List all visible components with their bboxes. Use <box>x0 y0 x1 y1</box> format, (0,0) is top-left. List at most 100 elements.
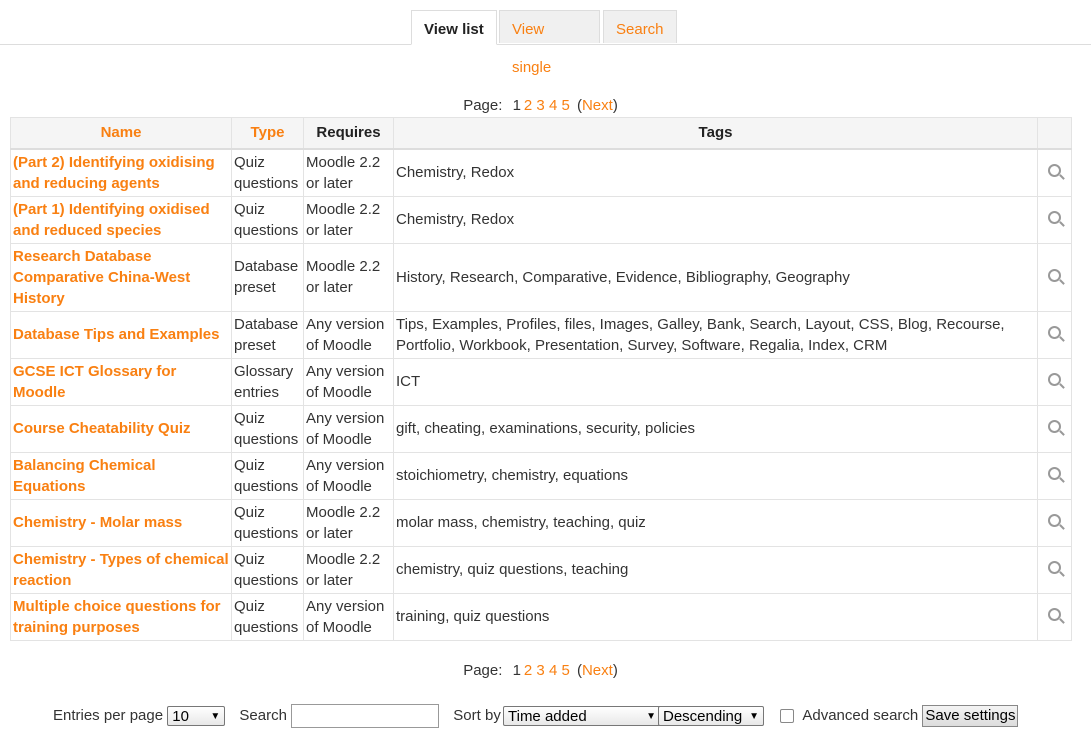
header-requires: Requires <box>303 117 394 150</box>
cell-requires: Any version of Moodle <box>303 357 394 406</box>
pager-next: (Next) <box>576 97 618 114</box>
entry-name-link[interactable]: Balancing Chemical Equations <box>13 457 156 495</box>
cell-type: Quiz questions <box>231 592 304 641</box>
sort-field-select[interactable]: Time added ▼ <box>503 706 661 727</box>
table-row: Balancing Chemical Equations Quiz questi… <box>10 451 1072 500</box>
pager-next: (Next) <box>576 662 618 679</box>
header-name-link[interactable]: Name <box>101 124 142 141</box>
save-settings-button[interactable]: Save settings <box>922 705 1019 728</box>
table-row: Research Database Comparative China-West… <box>10 242 1072 312</box>
table-row: Multiple choice questions for training p… <box>10 592 1072 641</box>
cell-type: Quiz questions <box>231 451 304 500</box>
cell-tags: training, quiz questions <box>393 592 1038 641</box>
entry-name-link[interactable]: Research Database Comparative China-West… <box>13 248 190 307</box>
header-type[interactable]: Type <box>231 117 304 150</box>
table-row: Course Cheatability Quiz Quiz questions … <box>10 404 1072 453</box>
cell-requires: Moodle 2.2 or later <box>303 498 394 547</box>
cell-tags: gift, cheating, examinations, security, … <box>393 404 1038 453</box>
table-row: (Part 1) Identifying oxidised and reduce… <box>10 195 1072 244</box>
sort-order-select[interactable]: Descending ▼ <box>658 706 764 727</box>
chevron-down-icon: ▼ <box>210 711 221 723</box>
cell-view <box>1037 545 1072 594</box>
cell-type: Quiz questions <box>231 404 304 453</box>
cell-name: Balancing Chemical Equations <box>10 451 232 500</box>
search-input[interactable] <box>291 704 440 729</box>
pager-next-link[interactable]: Next <box>582 97 613 114</box>
entry-name-link[interactable]: Chemistry - Types of chemical reaction <box>13 551 229 589</box>
per-page-label: Entries per page <box>53 707 164 725</box>
cell-requires: Moodle 2.2 or later <box>303 242 394 312</box>
pager-page-3[interactable]: 3 <box>536 97 544 114</box>
table-row: (Part 2) Identifying oxidising and reduc… <box>10 148 1072 197</box>
cell-view <box>1037 404 1072 453</box>
pager-page-3[interactable]: 3 <box>536 662 544 679</box>
magnifier-icon[interactable] <box>1048 326 1061 339</box>
tab-view-list[interactable]: View list <box>411 10 497 45</box>
advanced-search-checkbox[interactable] <box>780 709 795 724</box>
cell-tags: molar mass, chemistry, teaching, quiz <box>393 498 1038 547</box>
list-settings-bar: Entries per page 10 ▼ Search Sort by Time… <box>53 704 1019 729</box>
cell-tags: stoichiometry, chemistry, equations <box>393 451 1038 500</box>
table-row: Chemistry - Types of chemical reaction Q… <box>10 545 1072 594</box>
pager-page-2[interactable]: 2 <box>524 662 532 679</box>
sort-field-value: Time added <box>508 708 587 726</box>
entry-name-link[interactable]: Multiple choice questions for training p… <box>13 598 221 636</box>
pager-page-4[interactable]: 4 <box>549 662 557 679</box>
magnifier-icon[interactable] <box>1048 514 1061 527</box>
cell-view <box>1037 310 1072 359</box>
cell-type: Glossary entries <box>231 357 304 406</box>
cell-name: Course Cheatability Quiz <box>10 404 232 453</box>
pager-current-page: 1 <box>512 662 521 679</box>
cell-type: Quiz questions <box>231 498 304 547</box>
pager-page-5[interactable]: 5 <box>561 662 569 679</box>
pager-page-5[interactable]: 5 <box>561 97 569 114</box>
magnifier-icon[interactable] <box>1048 268 1061 282</box>
magnifier-icon[interactable] <box>1048 467 1061 480</box>
magnifier-icon[interactable] <box>1048 561 1061 574</box>
cell-name: Database Tips and Examples <box>10 310 232 359</box>
per-page-select[interactable]: 10 ▼ <box>167 706 226 727</box>
cell-view <box>1037 195 1072 244</box>
magnifier-icon[interactable] <box>1048 211 1061 224</box>
advanced-search-label: Advanced search <box>802 707 919 725</box>
cell-view <box>1037 451 1072 500</box>
magnifier-icon[interactable] <box>1048 420 1061 433</box>
cell-type: Database preset <box>231 310 304 359</box>
pager-bottom: Page: 12 3 4 5 (Next) <box>0 662 1081 679</box>
tab-view-single[interactable]: View single <box>499 10 600 76</box>
cell-requires: Any version of Moodle <box>303 404 394 453</box>
cell-requires: Any version of Moodle <box>303 451 394 500</box>
sort-label: Sort by <box>453 707 501 725</box>
cell-name: Multiple choice questions for training p… <box>10 592 232 641</box>
cell-tags: chemistry, quiz questions, teaching <box>393 545 1038 594</box>
cell-requires: Any version of Moodle <box>303 592 394 641</box>
pager-page-4[interactable]: 4 <box>549 97 557 114</box>
magnifier-icon[interactable] <box>1048 373 1061 386</box>
cell-requires: Moodle 2.2 or later <box>303 148 394 197</box>
entry-name-link[interactable]: Course Cheatability Quiz <box>13 420 191 437</box>
magnifier-icon[interactable] <box>1048 164 1061 177</box>
header-name[interactable]: Name <box>10 117 232 150</box>
entry-name-link[interactable]: (Part 2) Identifying oxidising and reduc… <box>13 154 215 192</box>
pager-top: Page: 12 3 4 5 (Next) <box>0 97 1081 114</box>
pager-page-2[interactable]: 2 <box>524 97 532 114</box>
pager-current-page: 1 <box>512 97 521 114</box>
entry-name-link[interactable]: Chemistry - Molar mass <box>13 514 182 531</box>
cell-tags: Chemistry, Redox <box>393 195 1038 244</box>
entry-name-link[interactable]: (Part 1) Identifying oxidised and reduce… <box>13 201 210 239</box>
entry-name-link[interactable]: Database Tips and Examples <box>13 326 219 343</box>
cell-tags: Tips, Examples, Profiles, files, Images,… <box>393 310 1038 359</box>
header-type-link[interactable]: Type <box>251 124 285 141</box>
cell-name: Chemistry - Types of chemical reaction <box>10 545 232 594</box>
cell-requires: Moodle 2.2 or later <box>303 195 394 244</box>
entries-table: Name Type Requires Tags (Part 2) Identif… <box>10 117 1072 641</box>
tab-bar: View list View single Search <box>0 10 1091 76</box>
tab-search[interactable]: Search <box>603 10 677 43</box>
cell-requires: Any version of Moodle <box>303 310 394 359</box>
table-header-row: Name Type Requires Tags <box>10 117 1072 150</box>
cell-view <box>1037 592 1072 641</box>
pager-next-link[interactable]: Next <box>582 662 613 679</box>
entry-name-link[interactable]: GCSE ICT Glossary for Moodle <box>13 363 176 401</box>
magnifier-icon[interactable] <box>1048 608 1061 621</box>
cell-name: Research Database Comparative China-West… <box>10 242 232 312</box>
